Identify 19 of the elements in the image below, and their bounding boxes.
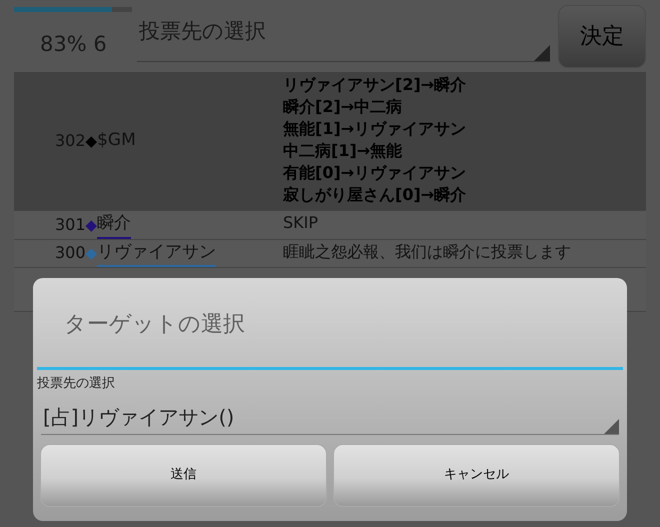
- log-message: 睚眦之怨必報、我们は瞬介に投票します: [283, 242, 571, 260]
- post-number: 301: [55, 214, 86, 236]
- cancel-button[interactable]: キャンセル: [333, 444, 620, 506]
- confirm-button[interactable]: 決定: [558, 5, 646, 68]
- field-label: 投票先の選択: [37, 376, 115, 391]
- log-message: 瞬介[2]→中二病: [283, 97, 402, 116]
- send-button[interactable]: 送信: [40, 444, 327, 506]
- dialog-title: ターゲットの選択: [64, 312, 245, 337]
- log-message: リヴァイアサン[2]→瞬介: [283, 75, 466, 94]
- diamond-marker: ◆: [86, 214, 98, 236]
- log-message: 有能[0]→リヴァイアサン: [283, 163, 466, 182]
- diamond-marker: ◆: [86, 243, 98, 264]
- diamond-marker: ◆: [86, 130, 98, 152]
- post-number: 300: [55, 242, 86, 264]
- status-text: 83% 6: [40, 32, 107, 56]
- log-message: 寂しがり屋さん[0]→瞬介: [283, 185, 466, 204]
- log-message: SKIP: [283, 213, 318, 232]
- log-message: 無能[1]→リヴァイアサン: [283, 119, 466, 138]
- log-message: 中二病[1]→無能: [283, 141, 402, 160]
